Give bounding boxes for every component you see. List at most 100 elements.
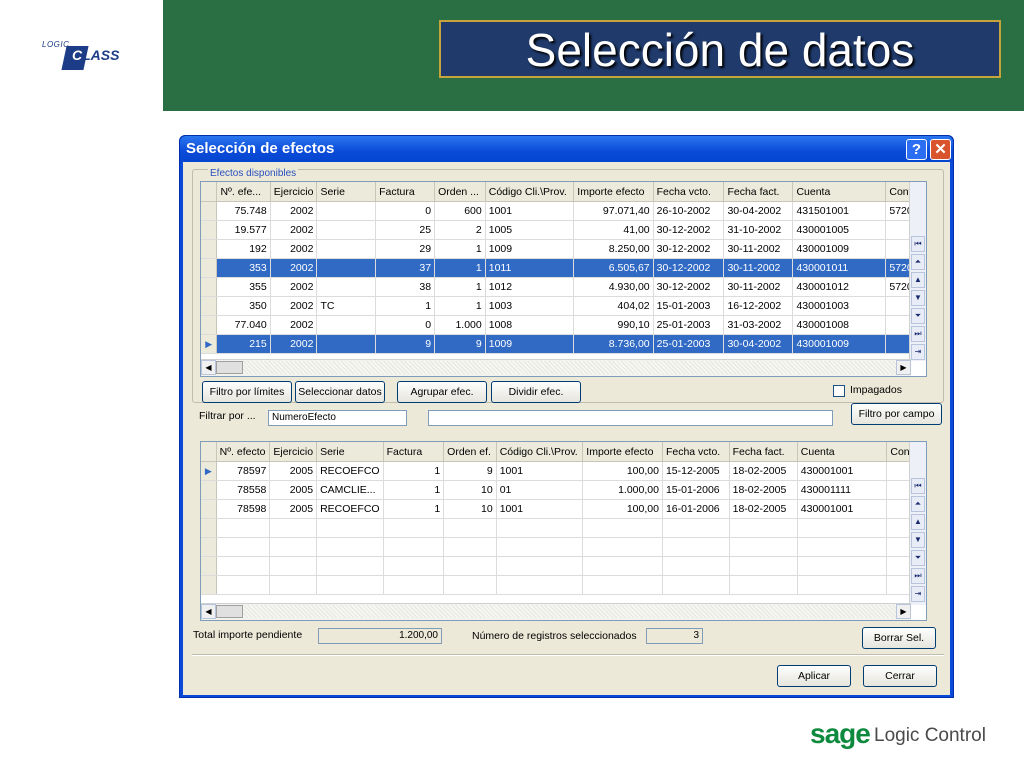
scroll-right-icon[interactable]: ▶ xyxy=(896,604,911,619)
table-cell[interactable]: 1 xyxy=(434,277,486,297)
table-cell[interactable]: 25-01-2003 xyxy=(653,315,725,335)
scroll-left-icon[interactable]: ◀ xyxy=(201,360,216,375)
table-row[interactable]: ▶ 215 2002 9 9 1009 8.736,00 25-01-2003 30-04-20… xyxy=(201,334,926,354)
table-cell[interactable]: 215 xyxy=(216,334,271,354)
table-cell[interactable]: 1 xyxy=(383,480,445,500)
table-cell[interactable]: 38 xyxy=(375,277,436,297)
table-row[interactable]: 78558 2005 CAMCLIE... 1 10 01 1.000,00 15-01-20… xyxy=(201,480,926,500)
column-header[interactable]: Factura xyxy=(383,442,445,462)
table-cell[interactable]: 26-10-2002 xyxy=(653,201,725,221)
column-header[interactable]: Código Cli.\Prov. xyxy=(485,182,575,202)
table-cell[interactable]: 97.071,40 xyxy=(573,201,654,221)
column-header[interactable]: Orden ef. xyxy=(443,442,497,462)
table-cell[interactable]: 29 xyxy=(375,239,436,259)
row-indicator[interactable] xyxy=(201,220,218,240)
table-cell[interactable]: 2002 xyxy=(270,315,318,335)
table-cell[interactable]: 6.505,67 xyxy=(573,258,654,278)
column-header[interactable]: Importe efecto xyxy=(573,182,654,202)
filtro-por-campo-button[interactable]: Filtro por campo xyxy=(851,403,942,425)
table-cell[interactable]: 1 xyxy=(383,499,445,519)
table-cell[interactable]: 1001 xyxy=(485,201,575,221)
table-cell[interactable] xyxy=(316,315,377,335)
vertical-scrollbar[interactable]: ⏮ ⏶ ▲ ▼ ⏷ ⏭ ⇥ xyxy=(909,442,926,605)
table-cell[interactable]: 1009 xyxy=(485,239,575,259)
table-cell[interactable]: 31-03-2002 xyxy=(723,315,794,335)
table-cell[interactable]: 1012 xyxy=(485,277,575,297)
table-cell[interactable]: 25-01-2003 xyxy=(653,334,725,354)
table-cell[interactable]: 355 xyxy=(216,277,271,297)
table-cell[interactable]: 430001001 xyxy=(797,499,888,519)
table-cell[interactable]: 16-01-2006 xyxy=(662,499,730,519)
table-cell[interactable]: 1 xyxy=(434,258,486,278)
table-cell[interactable]: 31-10-2002 xyxy=(723,220,794,240)
filter-field-input[interactable]: NumeroEfecto xyxy=(268,410,407,426)
table-cell[interactable]: 30-12-2002 xyxy=(653,239,725,259)
column-header[interactable]: Ejercicio xyxy=(269,442,318,462)
dividir-efec-button[interactable]: Dividir efec. xyxy=(491,381,581,403)
table-cell[interactable]: 2002 xyxy=(270,220,318,240)
table-cell[interactable]: 2002 xyxy=(270,277,318,297)
table-cell[interactable]: 25 xyxy=(375,220,436,240)
prev-page-icon[interactable]: ⏶ xyxy=(911,496,925,512)
table-row[interactable]: 75.748 2002 0 600 1001 97.071,40 26-10-2002 30-… xyxy=(201,201,926,221)
table-cell[interactable]: 30-04-2002 xyxy=(723,201,794,221)
last-icon[interactable]: ⏭ xyxy=(911,326,925,342)
current-row-arrow-icon[interactable]: ▶ xyxy=(201,334,218,354)
table-cell[interactable]: 1.000,00 xyxy=(582,480,663,500)
aplicar-button[interactable]: Aplicar xyxy=(777,665,851,687)
table-cell[interactable]: 9 xyxy=(375,334,436,354)
scroll-track[interactable] xyxy=(243,605,896,618)
cerrar-button[interactable]: Cerrar xyxy=(863,665,937,687)
table-cell[interactable]: 15-01-2006 xyxy=(662,480,730,500)
table-row[interactable]: 77.040 2002 0 1.000 1008 990,10 25-01-2003 31-0… xyxy=(201,315,926,335)
table-cell[interactable]: 78597 xyxy=(216,461,271,481)
table-cell[interactable]: 77.040 xyxy=(216,315,271,335)
row-indicator[interactable] xyxy=(201,499,217,519)
current-row-arrow-icon[interactable]: ▶ xyxy=(201,461,217,481)
row-indicator[interactable] xyxy=(201,201,218,221)
table-cell[interactable]: TC xyxy=(316,296,377,316)
table-cell[interactable]: 430001008 xyxy=(792,315,887,335)
table-cell[interactable]: 600 xyxy=(434,201,486,221)
table-cell[interactable]: 78598 xyxy=(216,499,271,519)
table-cell[interactable]: 8.736,00 xyxy=(573,334,654,354)
table-cell[interactable] xyxy=(316,258,377,278)
table-cell[interactable]: 10 xyxy=(443,499,497,519)
table-cell[interactable]: 353 xyxy=(216,258,271,278)
table-cell[interactable]: 350 xyxy=(216,296,271,316)
table-cell[interactable]: 430001005 xyxy=(792,220,887,240)
table-cell[interactable]: 30-12-2002 xyxy=(653,220,725,240)
table-cell[interactable]: 0 xyxy=(375,201,436,221)
next-icon[interactable]: ▼ xyxy=(911,290,925,306)
table-cell[interactable]: 30-11-2002 xyxy=(723,239,794,259)
table-cell[interactable] xyxy=(316,277,377,297)
column-header[interactable]: Nº. efe... xyxy=(216,182,271,202)
table-row[interactable]: 192 2002 29 1 1009 8.250,00 30-12-2002 30-11-20… xyxy=(201,239,926,259)
column-header[interactable]: Serie xyxy=(316,442,384,462)
table-cell[interactable]: RECOEFCO xyxy=(316,499,384,519)
table-cell[interactable]: 1001 xyxy=(496,499,584,519)
table-row[interactable]: ▶ 78597 2005 RECOEFCO 1 9 1001 100,00 15-12-2005… xyxy=(201,461,926,481)
table-row[interactable]: 353 2002 37 1 1011 6.505,67 30-12-2002 30-11-20… xyxy=(201,258,926,278)
column-header[interactable]: Nº. efecto xyxy=(216,442,271,462)
scroll-right-icon[interactable]: ▶ xyxy=(896,360,911,375)
filtro-limites-button[interactable]: Filtro por límites xyxy=(202,381,292,403)
table-cell[interactable]: 2005 xyxy=(269,461,318,481)
table-cell[interactable]: 990,10 xyxy=(573,315,654,335)
table-cell[interactable]: 192 xyxy=(216,239,271,259)
table-cell[interactable] xyxy=(316,220,377,240)
table-cell[interactable]: 10 xyxy=(443,480,497,500)
dialog-titlebar[interactable]: Selección de efectos ? ✕ xyxy=(180,136,953,162)
table-cell[interactable]: 41,00 xyxy=(573,220,654,240)
prev-icon[interactable]: ▲ xyxy=(911,272,925,288)
table-cell[interactable]: 1001 xyxy=(496,461,584,481)
row-indicator[interactable] xyxy=(201,258,218,278)
table-cell[interactable]: 15-12-2005 xyxy=(662,461,730,481)
table-cell[interactable]: 2002 xyxy=(270,334,318,354)
table-row[interactable]: 350 2002 TC 1 1 1003 404,02 15-01-2003 16-12-200… xyxy=(201,296,926,316)
next-icon[interactable]: ▼ xyxy=(911,532,925,548)
borrar-sel-button[interactable]: Borrar Sel. xyxy=(862,627,936,649)
column-header[interactable]: Cuenta xyxy=(792,182,887,202)
table-cell[interactable]: 430001009 xyxy=(792,334,887,354)
table-cell[interactable]: 1009 xyxy=(485,334,575,354)
